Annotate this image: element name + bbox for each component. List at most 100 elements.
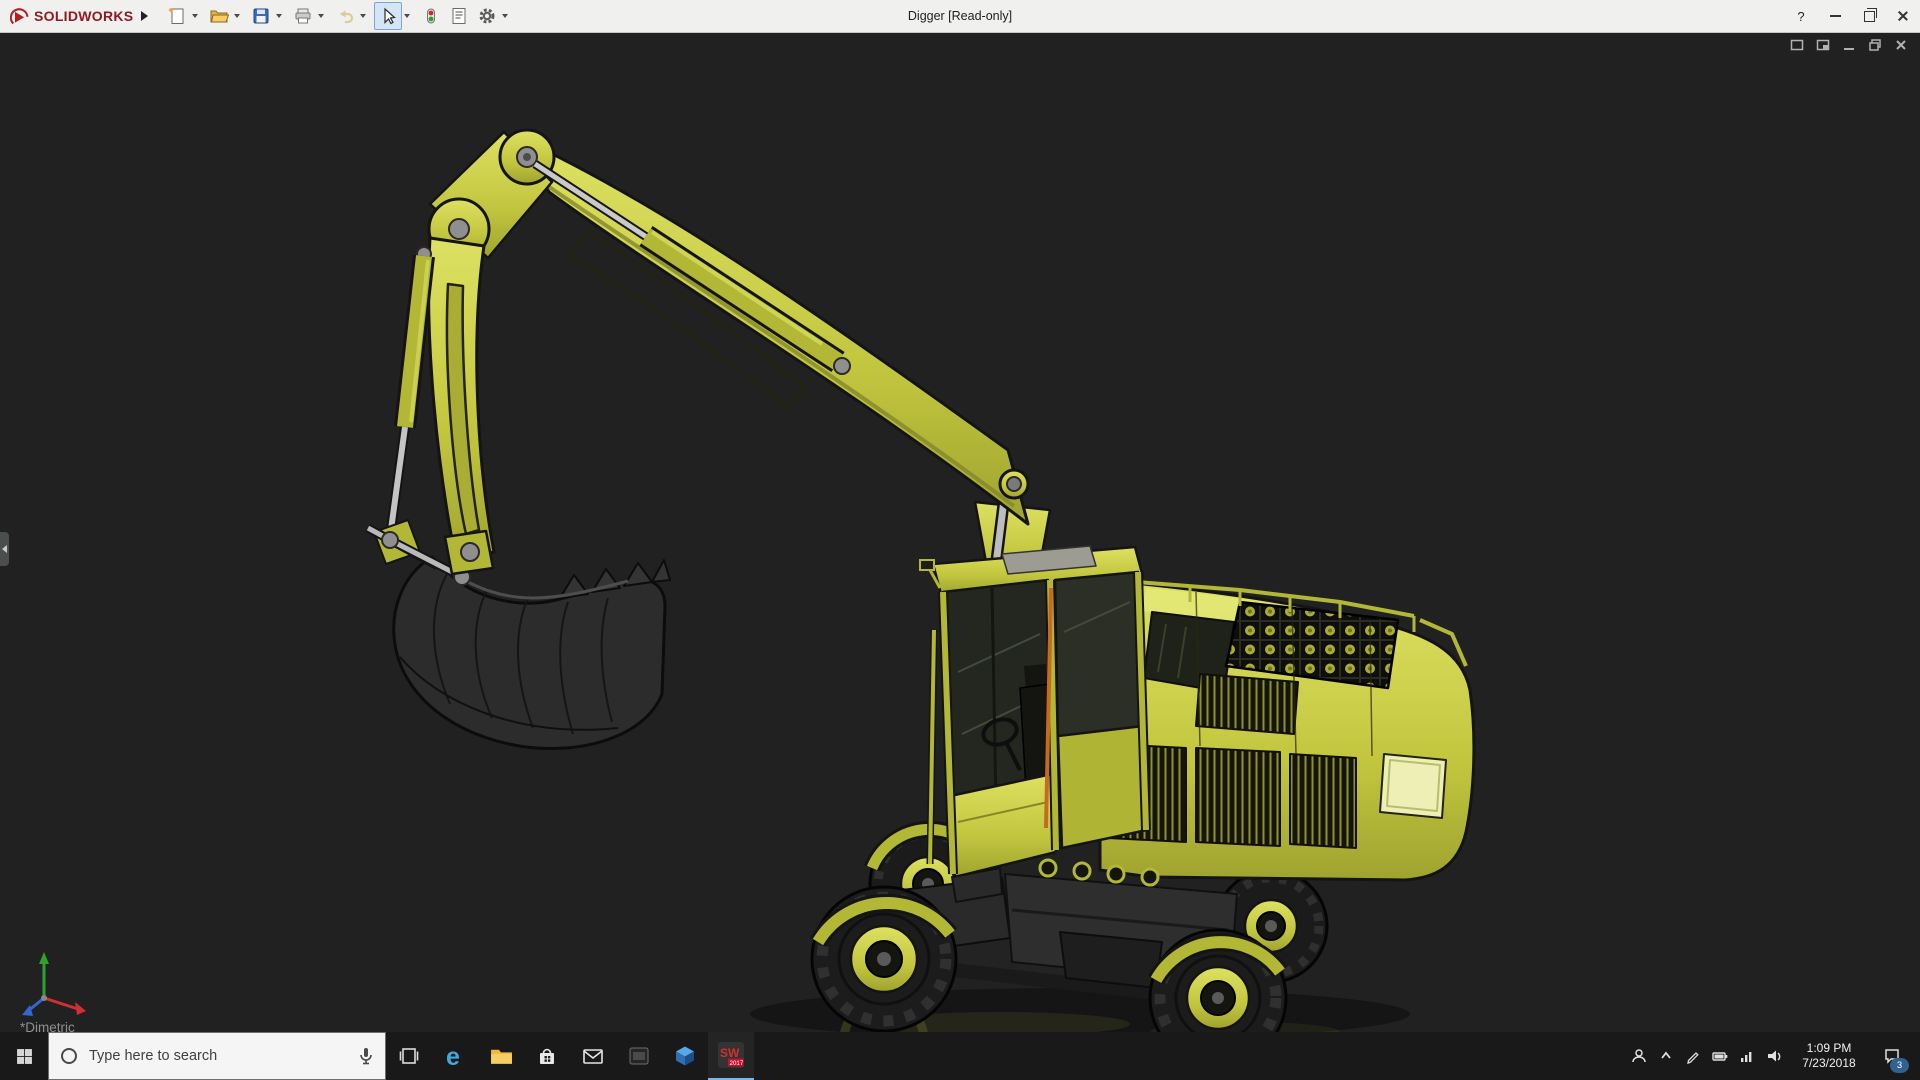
file-explorer-button[interactable] (478, 1032, 524, 1080)
store-button[interactable] (524, 1032, 570, 1080)
window-title: Digger [Read-only] (907, 9, 1013, 23)
sw-icon-year: 2017 (730, 1060, 744, 1067)
rebuild-icon (427, 8, 436, 24)
boom-assembly[interactable] (427, 128, 1052, 594)
print-button[interactable] (290, 3, 316, 29)
window-controls: ? (1784, 0, 1920, 32)
cortana-icon (61, 1048, 77, 1064)
restore-icon (1863, 7, 1877, 22)
view-orientation-label: *Dimetric (20, 1020, 75, 1032)
help-button[interactable]: ? (1784, 0, 1818, 32)
select-button[interactable] (374, 2, 403, 30)
open-button[interactable] (206, 3, 232, 29)
microphone-icon[interactable] (357, 1046, 375, 1066)
save-dropdown-chevron-icon[interactable] (276, 14, 283, 18)
action-center-button[interactable]: 3 (1871, 1032, 1913, 1080)
windows-logo-icon (16, 1048, 32, 1064)
network-icon (1740, 1052, 1751, 1062)
brand-text: SOLIDWORKS (34, 8, 134, 24)
clock-time: 1:09 PM (1806, 1041, 1852, 1055)
menu-expand-arrow-icon[interactable] (141, 11, 149, 21)
document-window-button[interactable] (1788, 37, 1806, 53)
options-gear-icon (479, 8, 495, 24)
people-icon (1631, 1049, 1646, 1063)
triad-y-axis (39, 952, 49, 964)
edge-icon: e (446, 1043, 460, 1069)
system-tray: 1:09 PM 7/23/2018 3 (1625, 1032, 1920, 1080)
document-new-window-button[interactable] (1814, 37, 1832, 53)
edge-button[interactable]: e (432, 1032, 478, 1080)
new-document-button[interactable] (164, 3, 190, 29)
solidworks-logo-icon (10, 8, 29, 25)
minimize-icon (1829, 15, 1841, 17)
solidworks-logo: SOLIDWORKS (10, 6, 133, 26)
volume-button[interactable] (1760, 1032, 1787, 1080)
undo-dropdown-chevron-icon[interactable] (360, 14, 367, 18)
mail-button[interactable] (570, 1032, 616, 1080)
quick-access-toolbar (164, 2, 516, 30)
options-button[interactable] (474, 3, 500, 29)
select-arrow-icon (384, 7, 397, 25)
cube-app-icon (676, 1046, 694, 1066)
document-minimize-icon (1844, 48, 1854, 50)
undo-button[interactable] (332, 3, 358, 29)
tray-overflow-button[interactable] (1652, 1032, 1679, 1080)
svg-text:e: e (446, 1043, 460, 1069)
orientation-triad (22, 952, 86, 1016)
battery-status-button[interactable] (1706, 1032, 1733, 1080)
dark-app-icon (629, 1047, 649, 1065)
file-explorer-icon (490, 1049, 512, 1064)
print-dropdown-chevron-icon[interactable] (318, 14, 325, 18)
flyout-arrow-icon (2, 545, 7, 553)
notification-badge: 3 (1890, 1058, 1909, 1073)
save-icon (253, 8, 269, 24)
new-document-icon (168, 7, 184, 24)
options-dropdown-chevron-icon[interactable] (502, 14, 509, 18)
task-view-button[interactable] (386, 1032, 432, 1080)
solidworks-2017-button[interactable]: SW 2017 (708, 1032, 754, 1080)
taskbar-clock[interactable]: 1:09 PM 7/23/2018 (1787, 1041, 1871, 1071)
save-button[interactable] (248, 3, 274, 29)
open-dropdown-chevron-icon[interactable] (234, 14, 241, 18)
bucket[interactable] (392, 555, 671, 750)
close-button[interactable] (1886, 0, 1920, 32)
chevron-up-icon (1660, 1051, 1671, 1059)
mail-icon (583, 1049, 603, 1064)
rebuild-button[interactable] (418, 3, 444, 29)
network-status-button[interactable] (1733, 1032, 1760, 1080)
taskbar-search[interactable] (48, 1032, 386, 1080)
graphics-area[interactable]: *Dimetric (0, 32, 1920, 1032)
pen-icon (1686, 1052, 1699, 1064)
cube-app-button[interactable] (662, 1032, 708, 1080)
solidworks-window: SOLIDWORKS Digger [Read-only] ? *Dimetri… (0, 0, 1920, 1080)
restore-button[interactable] (1852, 0, 1886, 32)
triad-x-axis (75, 1002, 86, 1015)
new-document-dropdown-chevron-icon[interactable] (192, 14, 199, 18)
volume-icon (1767, 1050, 1780, 1062)
dark-app-button[interactable] (616, 1032, 662, 1080)
document-close-icon (1896, 40, 1906, 50)
window-icon (1790, 39, 1804, 51)
digger-model[interactable] (0, 32, 1920, 1032)
select-dropdown-chevron-icon[interactable] (404, 14, 411, 18)
battery-icon (1711, 1052, 1727, 1061)
search-input[interactable] (87, 1047, 349, 1065)
undo-icon (340, 10, 354, 24)
document-minimize-button[interactable] (1840, 37, 1858, 53)
document-restore-icon (1869, 39, 1881, 51)
sw-icon-text: SW (720, 1046, 740, 1060)
minimize-button[interactable] (1818, 0, 1852, 32)
close-icon (1897, 10, 1909, 22)
file-properties-button[interactable] (446, 3, 472, 29)
file-properties-icon (452, 8, 466, 24)
pen-status-button[interactable] (1679, 1032, 1706, 1080)
new-window-icon (1816, 39, 1830, 51)
print-icon (295, 8, 311, 24)
feature-tree-flyout-tab[interactable] (0, 532, 9, 566)
document-close-button[interactable] (1892, 37, 1910, 53)
solidworks-2017-icon: SW 2017 (718, 1042, 744, 1068)
titlebar: SOLIDWORKS Digger [Read-only] ? (0, 0, 1920, 33)
people-button[interactable] (1625, 1032, 1652, 1080)
document-restore-button[interactable] (1866, 37, 1884, 53)
start-button[interactable] (0, 1032, 48, 1080)
